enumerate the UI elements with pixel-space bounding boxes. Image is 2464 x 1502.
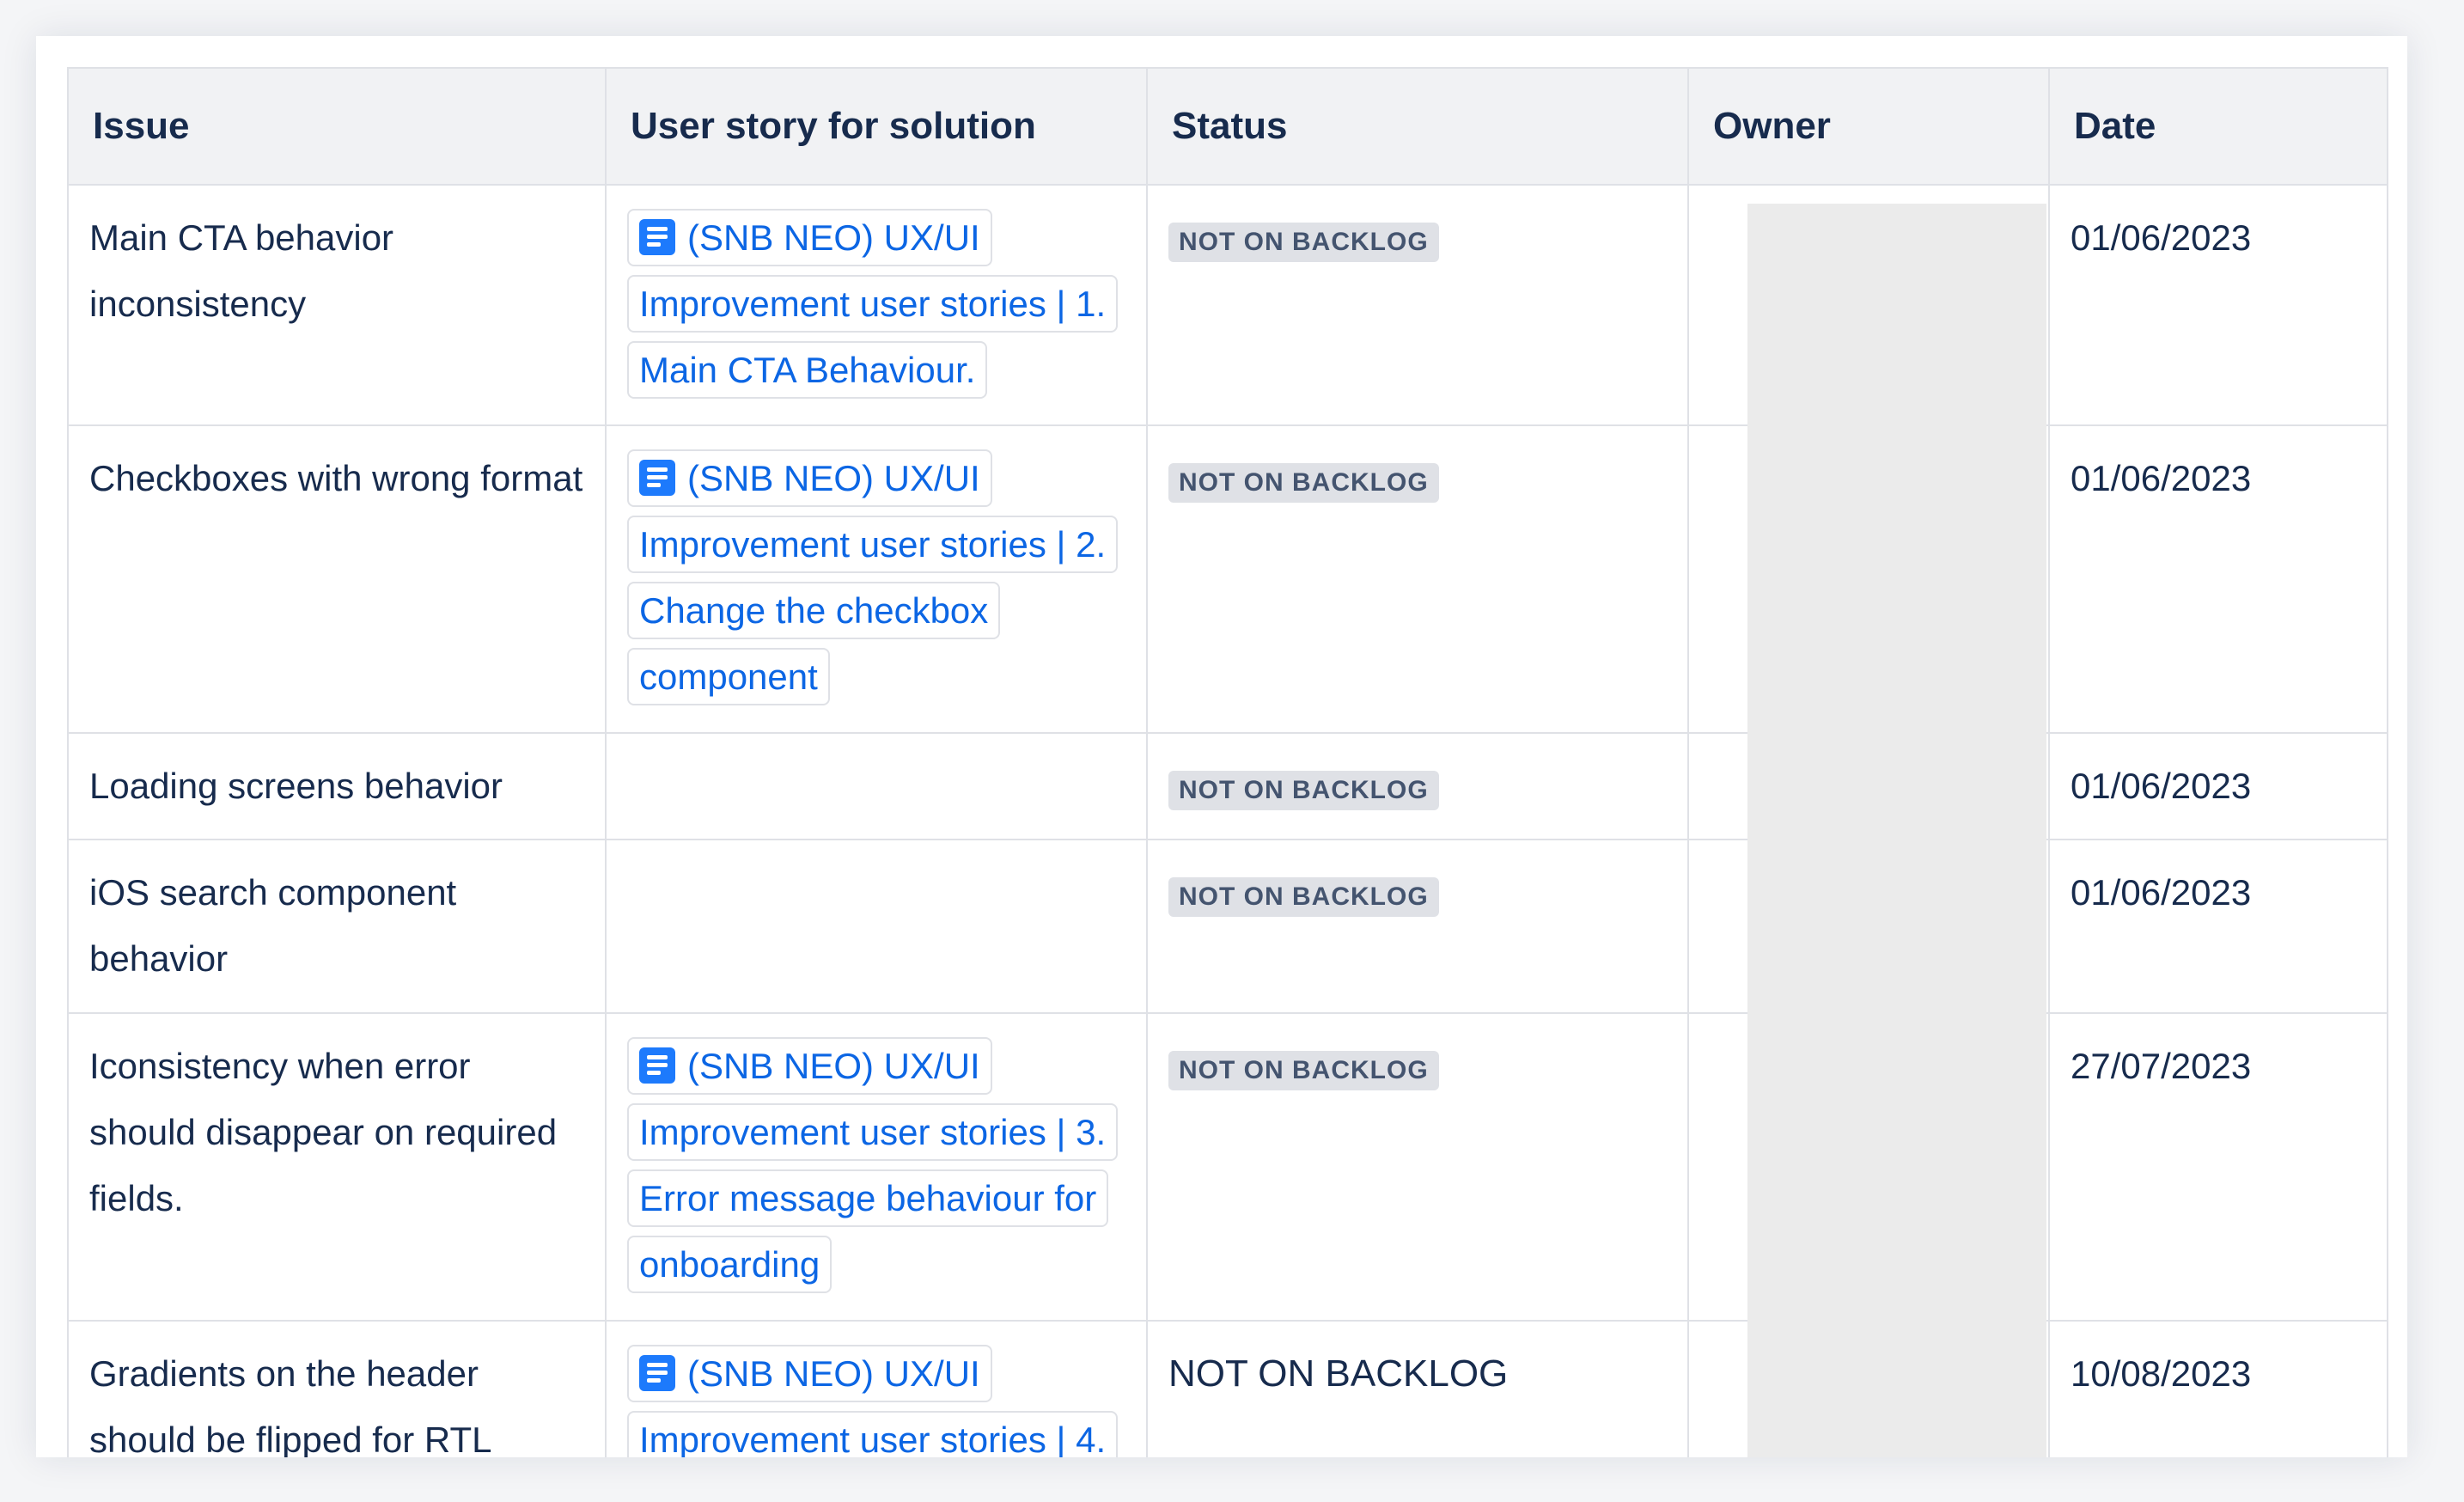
status-cell: NOT ON BACKLOG xyxy=(1146,839,1689,1014)
user-story-link-text[interactable]: (SNB NEO) UX/UI Improvement user stories… xyxy=(639,217,1106,390)
table-header-row: Issue User story for solution Status Own… xyxy=(67,67,2388,186)
date-cell: 01/06/2023 xyxy=(2048,424,2388,734)
user-story-link[interactable]: (SNB NEO) UX/UI Improvement user stories… xyxy=(627,449,1119,705)
status-cell: NOT ON BACKLOG xyxy=(1146,424,1689,734)
date-cell: 01/06/2023 xyxy=(2048,732,2388,840)
user-story-link-text[interactable]: (SNB NEO) UX/UI Improvement user stories… xyxy=(639,1353,1106,1457)
status-text: NOT ON BACKLOG xyxy=(1168,1352,1509,1395)
user-story-link[interactable]: (SNB NEO) UX/UI Improvement user stories… xyxy=(627,209,1119,399)
user-story-cell: (SNB NEO) UX/UI Improvement user stories… xyxy=(605,424,1148,734)
status-cell: NOT ON BACKLOG xyxy=(1146,1012,1689,1322)
column-header-issue[interactable]: Issue xyxy=(67,67,607,186)
page-document-icon xyxy=(639,1047,675,1084)
user-story-link[interactable]: (SNB NEO) UX/UI Improvement user stories… xyxy=(627,1037,1119,1293)
column-header-owner[interactable]: Owner xyxy=(1687,67,2050,186)
status-lozenge: NOT ON BACKLOG xyxy=(1168,877,1439,917)
column-header-date[interactable]: Date xyxy=(2048,67,2388,186)
user-story-link-text[interactable]: (SNB NEO) UX/UI Improvement user stories… xyxy=(639,458,1106,697)
issue-cell: Main CTA behavior inconsistency xyxy=(67,184,607,426)
date-cell: 10/08/2023 xyxy=(2048,1320,2388,1457)
status-lozenge: NOT ON BACKLOG xyxy=(1168,223,1439,262)
user-story-link[interactable]: (SNB NEO) UX/UI Improvement user stories… xyxy=(627,1345,1119,1457)
issue-cell: Loading screens behavior xyxy=(67,732,607,840)
issue-cell: iOS search component behavior xyxy=(67,839,607,1014)
issue-cell: Gradients on the header should be flippe… xyxy=(67,1320,607,1457)
page-document-icon xyxy=(639,1355,675,1391)
owner-redacted-block xyxy=(1747,204,2046,1457)
status-lozenge: NOT ON BACKLOG xyxy=(1168,1051,1439,1090)
issue-cell: Checkboxes with wrong format xyxy=(67,424,607,734)
column-header-user-story[interactable]: User story for solution xyxy=(605,67,1148,186)
status-cell: NOT ON BACKLOG xyxy=(1146,184,1689,426)
page-document-icon xyxy=(639,219,675,255)
date-cell: 01/06/2023 xyxy=(2048,839,2388,1014)
date-cell: 27/07/2023 xyxy=(2048,1012,2388,1322)
column-header-status[interactable]: Status xyxy=(1146,67,1689,186)
user-story-link-text[interactable]: (SNB NEO) UX/UI Improvement user stories… xyxy=(639,1046,1106,1285)
user-story-cell: (SNB NEO) UX/UI Improvement user stories… xyxy=(605,1012,1148,1322)
page-document-icon xyxy=(639,460,675,496)
page-card: Issue User story for solution Status Own… xyxy=(36,36,2407,1457)
user-story-cell xyxy=(605,732,1148,840)
status-cell: NOT ON BACKLOG xyxy=(1146,1320,1689,1457)
user-story-cell: (SNB NEO) UX/UI Improvement user stories… xyxy=(605,184,1148,426)
date-cell: 01/06/2023 xyxy=(2048,184,2388,426)
status-lozenge: NOT ON BACKLOG xyxy=(1168,463,1439,503)
issue-cell: Iconsistency when error should disappear… xyxy=(67,1012,607,1322)
status-lozenge: NOT ON BACKLOG xyxy=(1168,771,1439,810)
status-cell: NOT ON BACKLOG xyxy=(1146,732,1689,840)
user-story-cell: (SNB NEO) UX/UI Improvement user stories… xyxy=(605,1320,1148,1457)
user-story-cell xyxy=(605,839,1148,1014)
